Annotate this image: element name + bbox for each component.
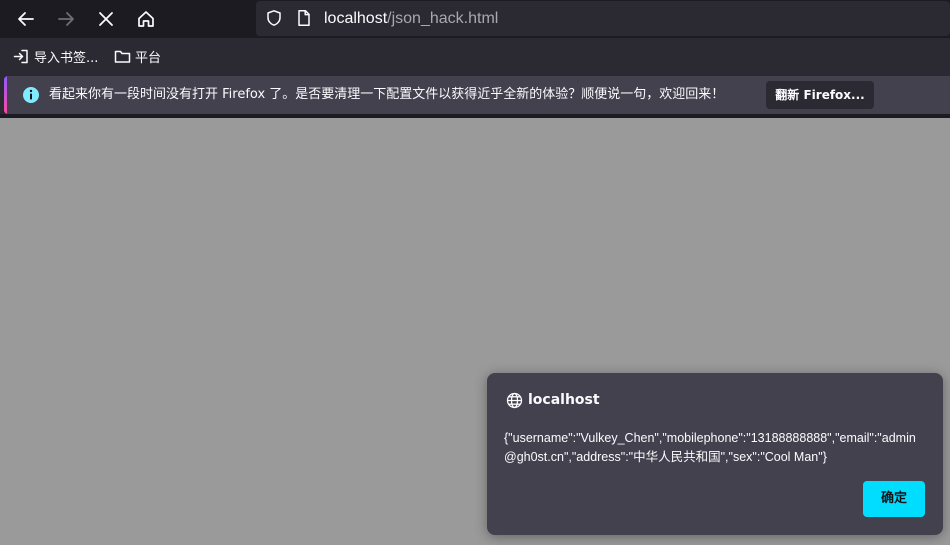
browser-chrome: localhost/json_hack.html 导入书签... 平台 看起来你… (0, 0, 950, 118)
back-button[interactable] (11, 4, 41, 34)
folder-icon (114, 50, 131, 63)
shield-icon[interactable] (265, 9, 283, 27)
refresh-firefox-button[interactable]: 翻新 Firefox... (766, 81, 874, 109)
arrow-right-icon (58, 12, 74, 26)
toolbar-border (0, 114, 950, 118)
import-icon (13, 49, 28, 63)
url-text[interactable]: localhost/json_hack.html (324, 9, 498, 29)
bookmark-import-label: 导入书签... (34, 50, 99, 66)
navigation-toolbar: localhost/json_hack.html (0, 0, 950, 38)
notification-message: 看起来你有一段时间没有打开 Firefox 了。是否要清理一下配置文件以获得近乎… (49, 87, 725, 102)
page-icon[interactable] (295, 9, 313, 27)
bookmark-import[interactable]: 导入书签... (13, 45, 98, 67)
url-bar[interactable]: localhost/json_hack.html (256, 1, 950, 36)
bookmark-folder-platform[interactable]: 平台 (114, 45, 161, 67)
globe-icon (506, 392, 523, 408)
home-icon (138, 11, 154, 27)
dialog-title: localhost (528, 392, 600, 408)
info-icon (23, 87, 39, 103)
close-icon (99, 12, 113, 26)
bookmark-folder-label: 平台 (135, 50, 162, 66)
bookmarks-toolbar: 导入书签... 平台 (0, 38, 950, 74)
alert-dialog: localhost {"username":"Vulkey_Chen","mob… (487, 373, 943, 535)
notification-accent-stripe (4, 76, 7, 114)
dialog-message: {"username":"Vulkey_Chen","mobilephone":… (504, 431, 916, 464)
url-path: /json_hack.html (387, 10, 499, 27)
notification-bar: 看起来你有一段时间没有打开 Firefox 了。是否要清理一下配置文件以获得近乎… (4, 76, 950, 114)
ok-button[interactable]: 确定 (863, 481, 925, 517)
home-button[interactable] (131, 4, 161, 34)
forward-button[interactable] (51, 4, 81, 34)
arrow-left-icon (18, 12, 34, 26)
dialog-header: localhost (506, 390, 600, 410)
stop-button[interactable] (91, 4, 121, 34)
url-host: localhost (324, 10, 388, 27)
